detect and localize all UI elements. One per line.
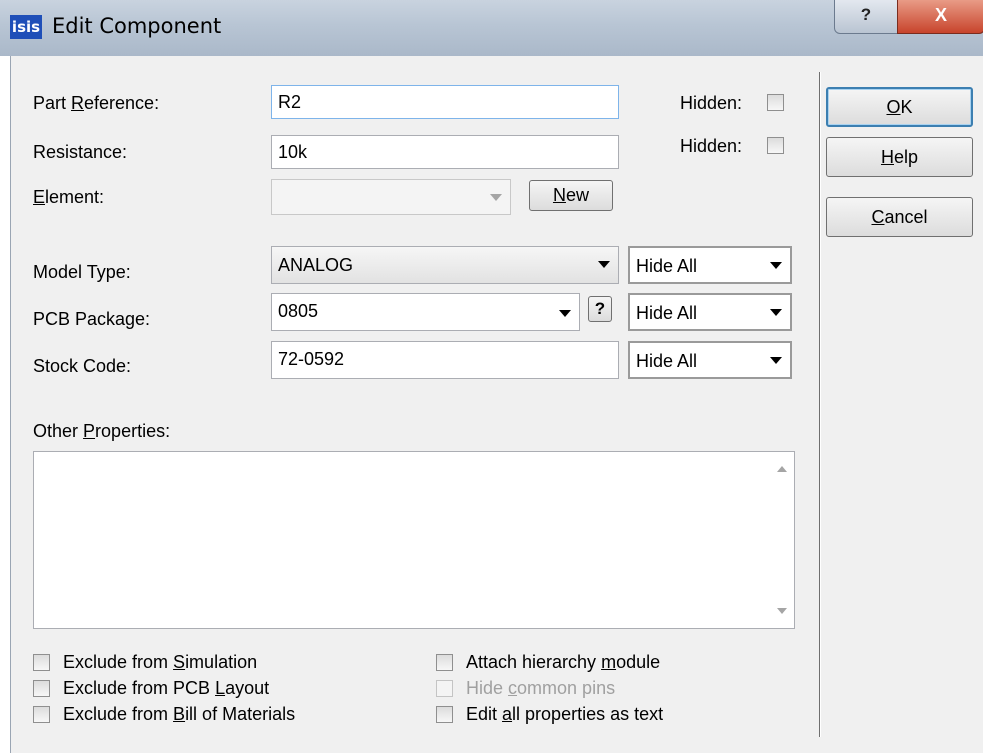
resistance-hidden-label: Hidden: [680,136,743,156]
resistance-input[interactable]: 10k [271,135,619,169]
scroll-up-icon[interactable] [777,466,787,472]
window-title: Edit Component [52,14,222,38]
title-bar: isis Edit Component ? X [0,0,983,56]
cancel-button[interactable]: Cancel [826,197,973,237]
package-help-button[interactable]: ? [588,296,612,322]
vertical-scrollbar[interactable] [772,452,794,628]
chevron-down-icon [490,194,502,201]
exclude-simulation-label: Exclude from Simulation [63,652,258,672]
exclude-pcb-checkbox[interactable] [33,680,50,697]
chevron-down-icon [770,357,782,364]
vertical-divider [819,72,821,737]
title-buttons: ? X [834,0,983,34]
new-element-button[interactable]: New [529,180,613,211]
part-reference-hidden-checkbox[interactable] [767,94,784,111]
pcb-package-combobox[interactable]: 0805 [271,293,580,331]
pcb-package-label: PCB Package: [33,309,151,329]
pcb-package-visibility-select[interactable]: Hide All [628,293,792,331]
close-button[interactable]: X [897,0,983,34]
stock-code-visibility-select[interactable]: Hide All [628,341,792,379]
edit-all-text-checkbox[interactable] [436,706,453,723]
part-reference-hidden-label: Hidden: [680,93,743,113]
chevron-down-icon [559,310,571,317]
model-type-label: Model Type: [33,262,131,282]
help-title-button[interactable]: ? [834,0,898,34]
part-reference-input[interactable]: R2 [271,85,619,119]
edit-component-dialog: Part Reference: R2 Hidden: Resistance: 1… [10,56,983,753]
chevron-down-icon [598,261,610,268]
hide-common-pins-label: Hide common pins [466,678,616,698]
stock-code-label: Stock Code: [33,356,132,376]
resistance-label: Resistance: [33,142,128,162]
exclude-pcb-label: Exclude from PCB Layout [63,678,270,698]
ok-button[interactable]: OK [826,87,973,127]
model-type-select[interactable]: ANALOG [271,246,619,284]
exclude-simulation-checkbox[interactable] [33,654,50,671]
other-properties-textarea[interactable] [33,451,795,629]
edit-all-text-label: Edit all properties as text [466,704,664,724]
model-type-visibility-select[interactable]: Hide All [628,246,792,284]
exclude-bom-label: Exclude from Bill of Materials [63,704,296,724]
chevron-down-icon [770,262,782,269]
isis-app-icon: isis [10,15,42,39]
stock-code-input[interactable]: 72-0592 [271,341,619,379]
exclude-bom-checkbox[interactable] [33,706,50,723]
chevron-down-icon [770,309,782,316]
help-button[interactable]: Help [826,137,973,177]
attach-hierarchy-label: Attach hierarchy module [466,652,661,672]
scroll-down-icon[interactable] [777,608,787,614]
element-label: Element: [33,187,105,207]
attach-hierarchy-checkbox[interactable] [436,654,453,671]
element-combobox[interactable] [271,179,511,215]
part-reference-label: Part Reference: [33,93,160,113]
resistance-hidden-checkbox[interactable] [767,137,784,154]
other-properties-label: Other Properties: [33,421,171,441]
hide-common-pins-checkbox[interactable] [436,680,453,697]
